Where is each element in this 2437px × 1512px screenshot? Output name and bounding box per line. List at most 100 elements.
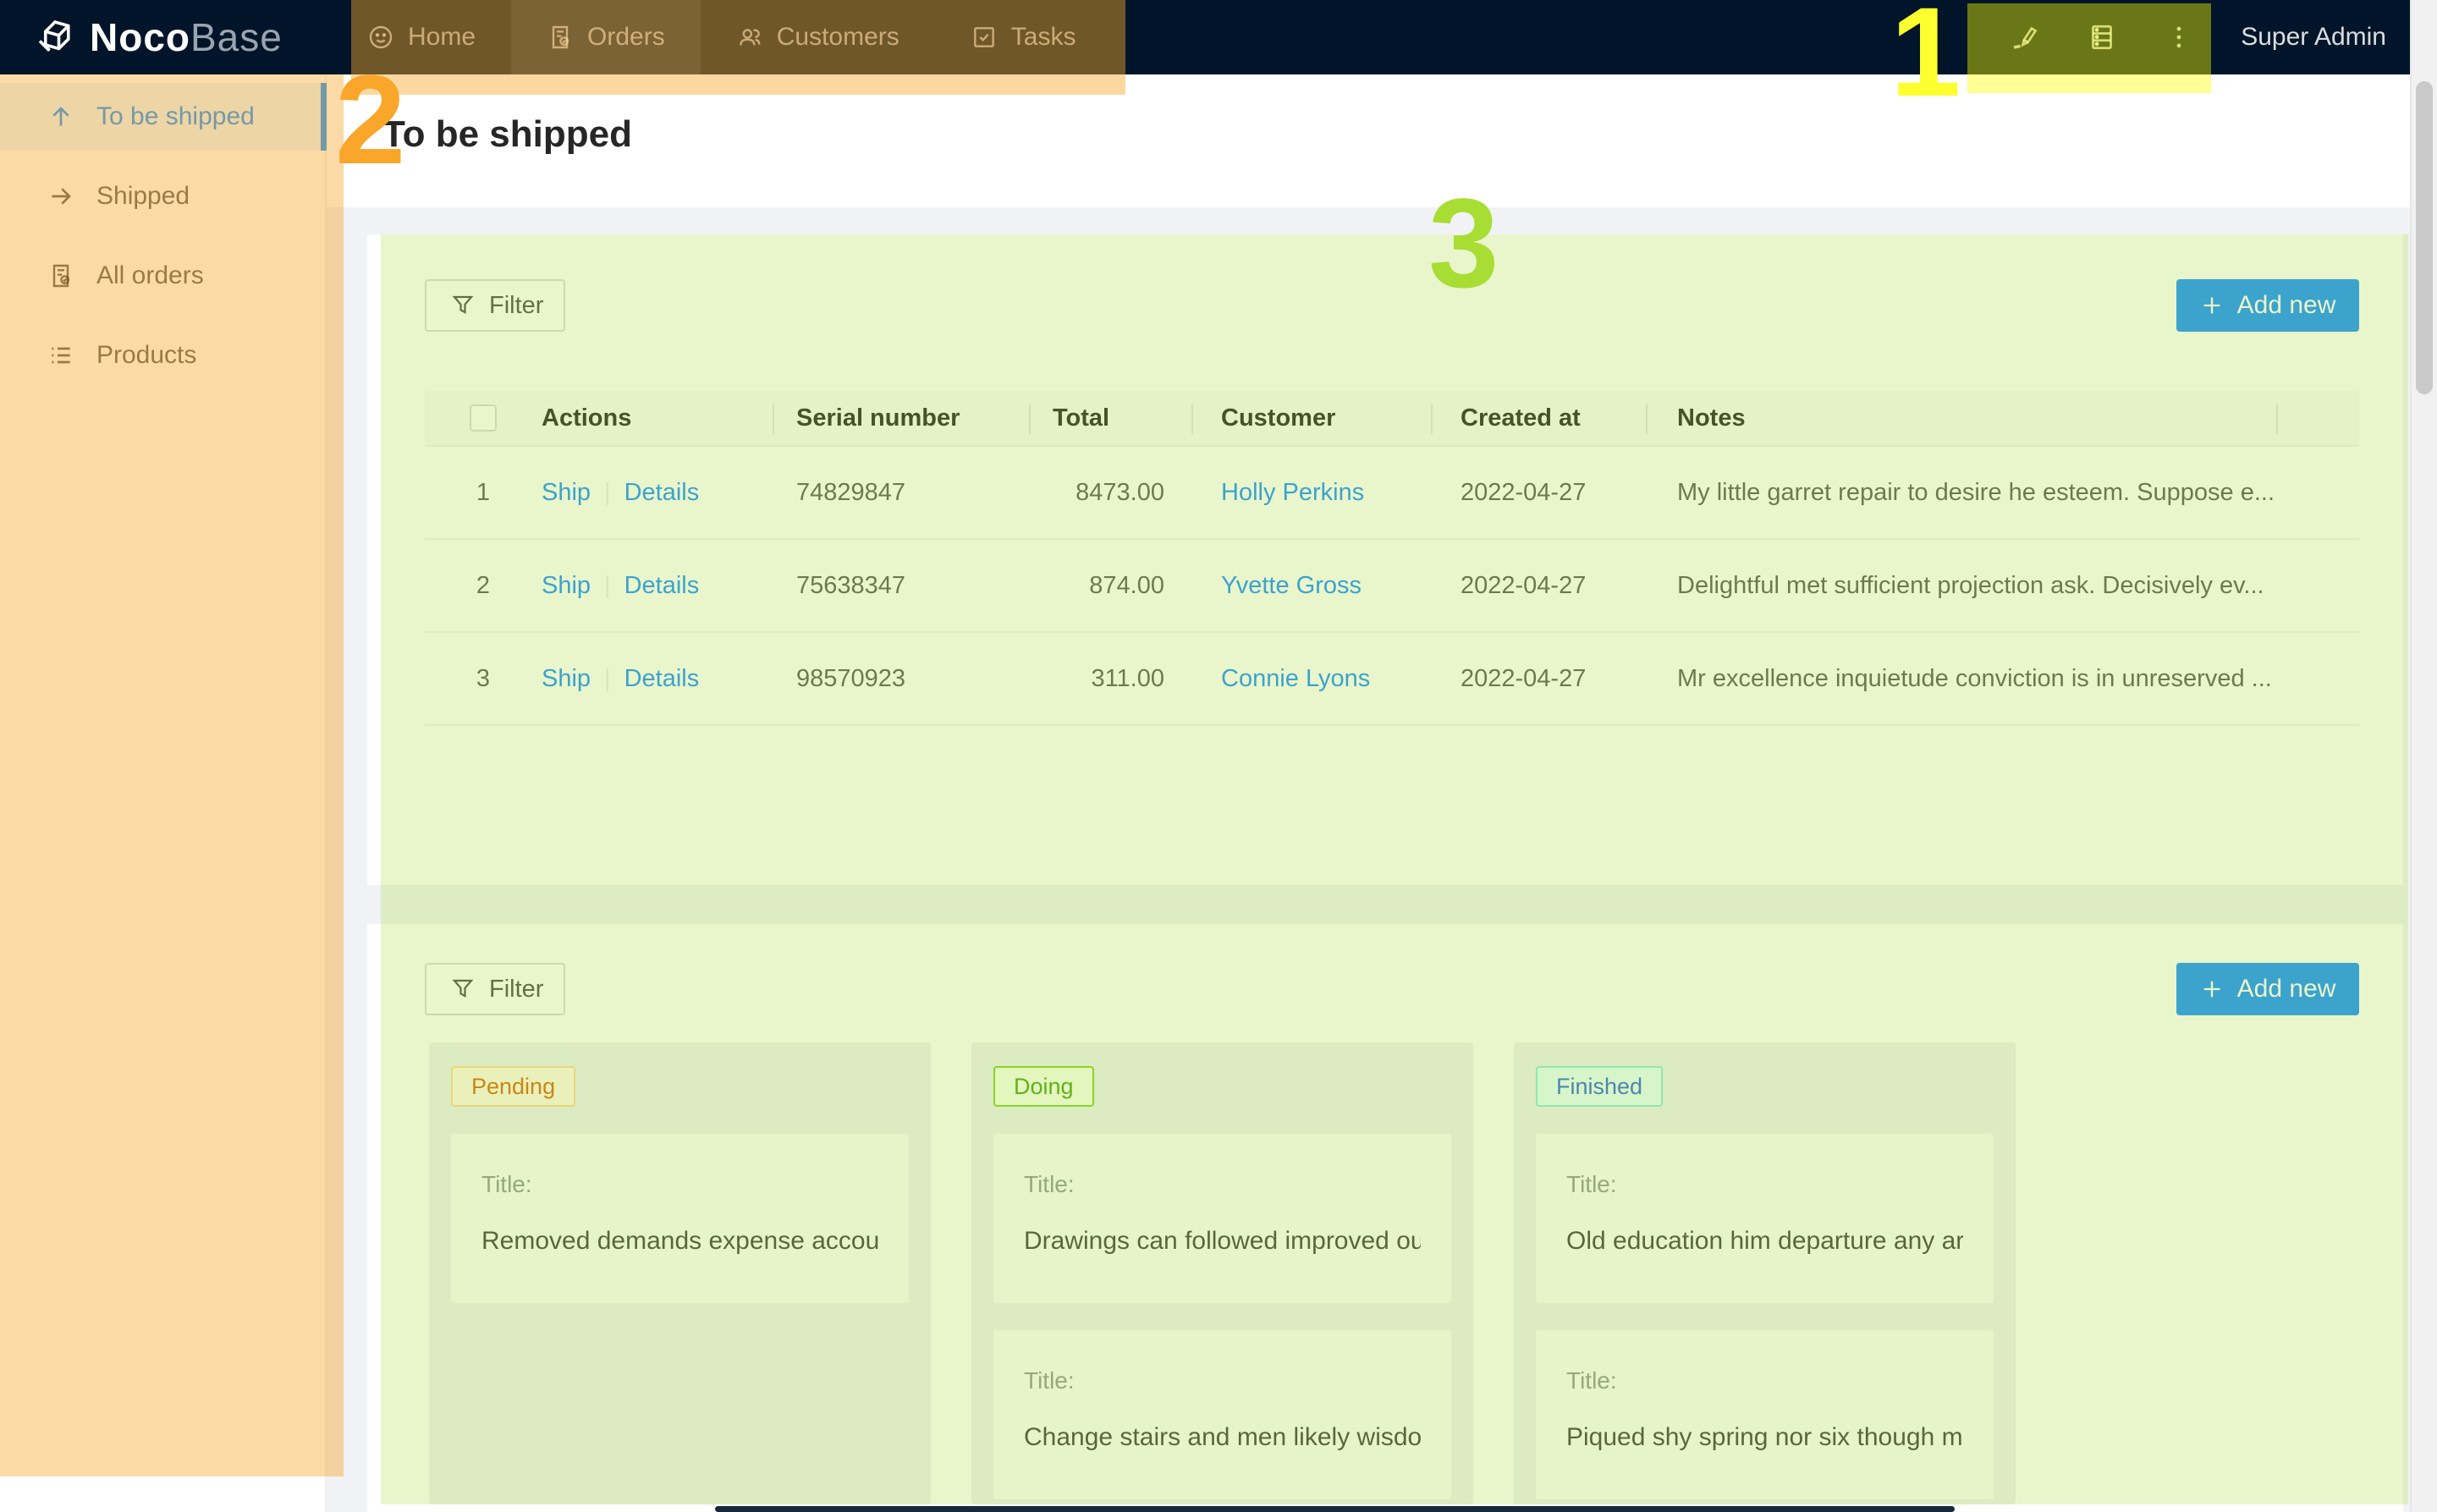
sidebar-item-label: Products: [96, 341, 196, 370]
cell-created-at: 2022-04-27: [1433, 633, 1648, 724]
kanban-column-finished: Finished Title: Old education him depart…: [1514, 1042, 2016, 1504]
collections-database-icon[interactable]: [2087, 22, 2117, 52]
cell-notes: Mr excellence inquietude conviction is i…: [1648, 633, 2278, 724]
select-all-checkbox[interactable]: [470, 404, 497, 432]
kanban-column-doing: Doing Title: Drawings can followed impro…: [971, 1042, 1473, 1504]
ui-editor-highlighter-icon[interactable]: [2009, 22, 2039, 52]
arrow-up-icon: [47, 103, 74, 130]
logo-text-noco: Noco: [90, 15, 190, 59]
sidebar-item-products[interactable]: Products: [0, 322, 325, 389]
orders-add-new-button[interactable]: Add new: [2176, 279, 2359, 332]
add-new-button-label: Add new: [2237, 291, 2336, 320]
action-divider: |: [604, 572, 611, 600]
row-actions: Ship | Details: [542, 540, 774, 631]
column-header-total: Total: [1031, 391, 1193, 445]
column-header-notes: Notes: [1648, 391, 2278, 445]
card-field-value: Removed demands expense account i...: [481, 1227, 878, 1256]
card-field-value: Drawings can followed improved out ...: [1024, 1227, 1421, 1256]
sidebar-item-label: To be shipped: [96, 102, 255, 131]
details-link[interactable]: Details: [624, 572, 700, 600]
nav-tab-customers[interactable]: Customers: [701, 0, 935, 74]
user-menu[interactable]: Super Admin: [2241, 23, 2386, 52]
column-header-serial-number: Serial number: [774, 391, 1031, 445]
plus-icon: [2200, 294, 2224, 317]
cell-notes: My little garret repair to desire he est…: [1648, 447, 2278, 538]
orders-table-card: Filter Add new Actions Serial number Tot…: [367, 234, 2403, 885]
nav-tab-home[interactable]: Home: [332, 0, 511, 74]
logo-text-base: Base: [190, 15, 283, 59]
kanban-column-pending: Pending Title: Removed demands expense a…: [429, 1042, 931, 1504]
nav-tab-tasks[interactable]: Tasks: [935, 0, 1112, 74]
logo-cube-icon: [32, 14, 78, 60]
ship-link[interactable]: Ship: [542, 665, 591, 693]
plus-icon: [2200, 977, 2224, 1001]
tasks-add-new-button[interactable]: Add new: [2176, 963, 2359, 1015]
customer-link[interactable]: Yvette Gross: [1221, 572, 1362, 600]
filter-button-label: Filter: [489, 292, 543, 320]
action-divider: |: [604, 665, 611, 693]
horizontal-scrollbar-thumb[interactable]: [715, 1506, 1955, 1512]
sidebar: To be shipped Shipped All orders Product…: [0, 74, 327, 1512]
orders-table: Actions Serial number Total Customer Cre…: [425, 391, 2359, 726]
nav-tab-orders[interactable]: Orders: [511, 0, 701, 74]
table-row: 1 Ship | Details 74829847 8473.00 Holly …: [425, 447, 2359, 540]
kanban-card[interactable]: Title: Old education him departure any a…: [1536, 1134, 1994, 1303]
more-options-ellipsis-icon[interactable]: [2165, 23, 2193, 52]
cell-notes: Delightful met sufficient projection ask…: [1648, 540, 2278, 631]
kanban-card[interactable]: Title: Change stairs and men likely wisd…: [993, 1330, 1451, 1499]
column-header-actions: Actions: [542, 391, 774, 445]
card-field-label: Title:: [1566, 1367, 1963, 1394]
page-title: To be shipped: [382, 113, 632, 156]
cell-created-at: 2022-04-27: [1433, 540, 1648, 631]
details-link[interactable]: Details: [624, 665, 700, 693]
card-field-value: Old education him departure any arra...: [1566, 1227, 1963, 1256]
nocobase-logo[interactable]: NocoBase: [0, 14, 332, 60]
file-done-icon: [47, 262, 74, 289]
details-link[interactable]: Details: [624, 479, 700, 507]
nav-actions: Super Admin: [2009, 0, 2386, 74]
cell-total: 874.00: [1031, 540, 1193, 631]
cell-total: 311.00: [1031, 633, 1193, 724]
card-field-label: Title:: [481, 1171, 878, 1198]
check-square-icon: [971, 24, 998, 51]
kanban-card[interactable]: Title: Removed demands expense account i…: [451, 1134, 909, 1303]
vertical-scrollbar[interactable]: [2410, 0, 2437, 1512]
cell-serial-number: 74829847: [774, 447, 1031, 538]
table-row: 2 Ship | Details 75638347 874.00 Yvette …: [425, 540, 2359, 633]
sidebar-item-label: Shipped: [96, 182, 190, 211]
action-divider: |: [604, 479, 611, 507]
sidebar-item-shipped[interactable]: Shipped: [0, 162, 325, 230]
row-index: 3: [425, 633, 542, 724]
card-field-label: Title:: [1566, 1171, 1963, 1198]
ship-link[interactable]: Ship: [542, 479, 591, 507]
list-icon: [47, 342, 74, 369]
card-field-label: Title:: [1024, 1367, 1421, 1394]
page-header: To be shipped: [327, 74, 2437, 207]
row-index: 2: [425, 540, 542, 631]
top-navbar: NocoBase Home Orders: [0, 0, 2437, 74]
column-header-created-at: Created at: [1433, 391, 1648, 445]
smile-icon: [367, 24, 394, 51]
sidebar-item-label: All orders: [96, 261, 204, 290]
table-row: 3 Ship | Details 98570923 311.00 Connie …: [425, 633, 2359, 726]
cell-serial-number: 75638347: [774, 540, 1031, 631]
nav-tab-label: Tasks: [1011, 23, 1076, 52]
tasks-filter-button[interactable]: Filter: [425, 963, 565, 1015]
status-badge-pending: Pending: [451, 1066, 575, 1107]
row-index: 1: [425, 447, 542, 538]
card-field-label: Title:: [1024, 1171, 1421, 1198]
customer-link[interactable]: Holly Perkins: [1221, 479, 1364, 507]
orders-filter-button[interactable]: Filter: [425, 279, 565, 332]
table-header-row: Actions Serial number Total Customer Cre…: [425, 391, 2359, 447]
row-actions: Ship | Details: [542, 447, 774, 538]
kanban-card[interactable]: Title: Drawings can followed improved ou…: [993, 1134, 1451, 1303]
arrow-right-icon: [47, 183, 74, 210]
sidebar-item-to-be-shipped[interactable]: To be shipped: [0, 83, 325, 151]
row-actions: Ship | Details: [542, 633, 774, 724]
vertical-scrollbar-thumb[interactable]: [2416, 81, 2433, 394]
customer-link[interactable]: Connie Lyons: [1221, 665, 1370, 693]
cell-serial-number: 98570923: [774, 633, 1031, 724]
ship-link[interactable]: Ship: [542, 572, 591, 600]
kanban-card[interactable]: Title: Piqued shy spring nor six though …: [1536, 1330, 1994, 1499]
sidebar-item-all-orders[interactable]: All orders: [0, 242, 325, 310]
